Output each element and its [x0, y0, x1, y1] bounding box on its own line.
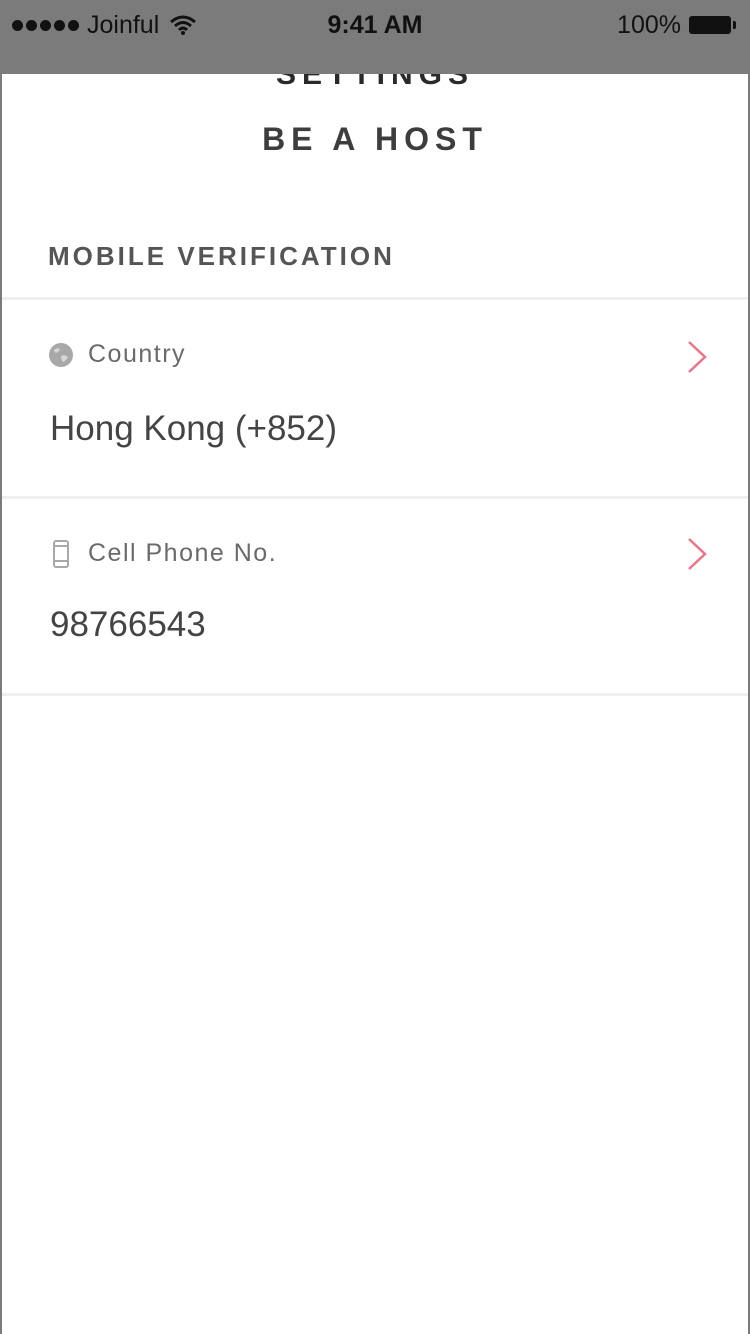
battery-icon	[689, 16, 736, 34]
cell-phone-row[interactable]: Cell Phone No. 98766543	[2, 499, 748, 693]
modal-sheet: SETTINGS BE A HOST MOBILE VERIFICATION C…	[2, 74, 748, 1334]
country-label-group: Country	[48, 340, 186, 369]
country-value: Hong Kong (+852)	[50, 409, 338, 448]
cell-phone-label-group: Cell Phone No.	[48, 539, 277, 568]
status-right: 100%	[617, 10, 736, 40]
globe-icon	[49, 342, 73, 367]
screen: Joinful 9:41 AM 100% SETTINGS BE A HOST …	[0, 0, 750, 1334]
section-header: MOBILE VERIFICATION	[48, 241, 395, 271]
chevron-right-icon[interactable]	[686, 537, 708, 571]
country-label: Country	[88, 340, 187, 368]
behind-page-title: SETTINGS	[275, 74, 474, 91]
cell-phone-label: Cell Phone No.	[88, 539, 278, 567]
phone-icon	[53, 539, 69, 568]
cell-phone-value: 98766543	[50, 605, 206, 644]
status-bar: Joinful 9:41 AM 100%	[0, 0, 750, 50]
divider	[2, 693, 748, 696]
page-title: BE A HOST	[262, 121, 488, 157]
battery-percentage: 100%	[617, 10, 681, 39]
chevron-right-icon[interactable]	[686, 340, 708, 374]
country-row[interactable]: Country Hong Kong (+852)	[2, 300, 748, 496]
